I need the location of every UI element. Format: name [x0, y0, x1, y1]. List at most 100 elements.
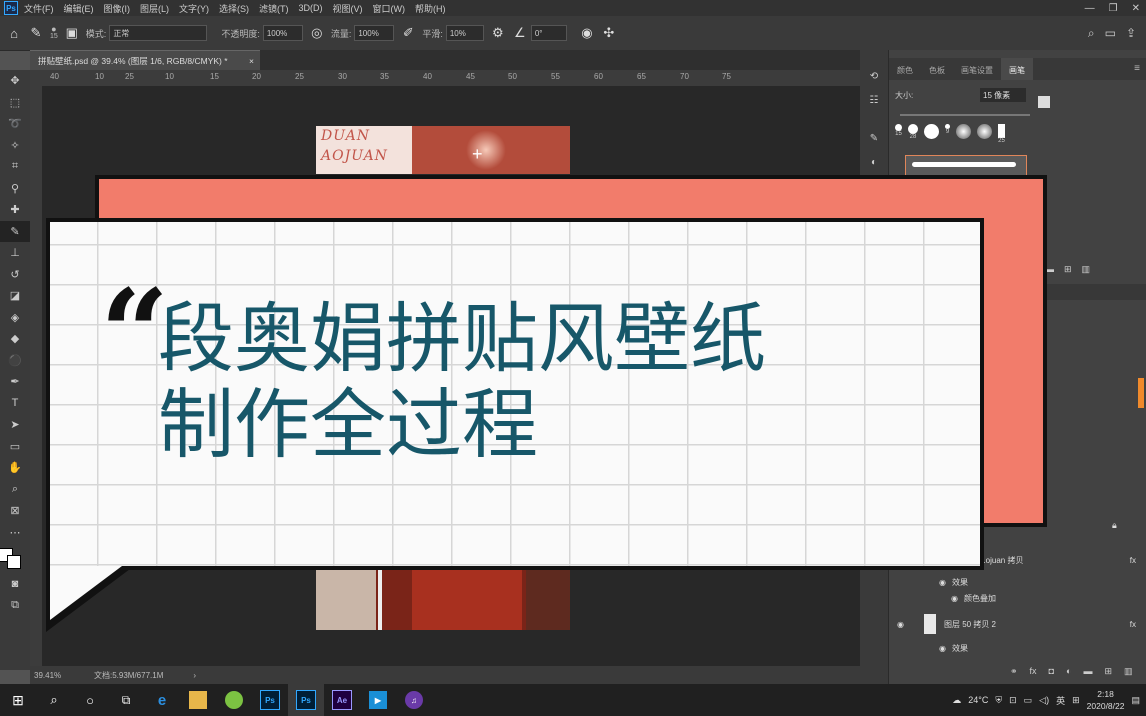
lasso-tool-icon[interactable]: ➰: [0, 113, 30, 135]
rectangle-tool-icon[interactable]: ▭: [0, 436, 30, 458]
crop-tool-icon[interactable]: ⌗: [0, 156, 30, 178]
brush-size-slider[interactable]: [900, 114, 1030, 116]
gear-icon[interactable]: ⚙: [490, 25, 506, 41]
eraser-tool-icon[interactable]: ◪: [0, 285, 30, 307]
magic-wand-tool-icon[interactable]: ✧: [0, 135, 30, 157]
screen-mode-icon[interactable]: ⧉: [0, 595, 30, 617]
type-tool-icon[interactable]: T: [0, 393, 30, 415]
notification-icon[interactable]: ▤: [1131, 695, 1140, 706]
cortana-button[interactable]: ○: [72, 684, 108, 716]
airbrush-icon[interactable]: ✐: [400, 25, 416, 41]
ime-mode-icon[interactable]: ⊞: [1072, 695, 1080, 706]
brush-preset[interactable]: [924, 124, 939, 139]
zoom-level[interactable]: 39.41%: [34, 671, 84, 680]
brush-tool-icon[interactable]: ✎: [0, 220, 30, 242]
menu-3d[interactable]: 3D(D): [299, 3, 323, 13]
taskbar-app-green[interactable]: [216, 684, 252, 716]
new-layer-icon[interactable]: ⊞: [1104, 666, 1112, 677]
taskbar-app-photoshop-active[interactable]: Ps: [288, 684, 324, 716]
history-brush-tool-icon[interactable]: ↺: [0, 264, 30, 286]
paint-bucket-tool-icon[interactable]: ◈: [0, 307, 30, 329]
layer-row[interactable]: ◉ 图层 50 拷贝 2 fx: [889, 614, 1146, 634]
menu-window[interactable]: 窗口(W): [373, 2, 406, 15]
close-tab-icon[interactable]: ×: [249, 56, 254, 66]
workspace-icon[interactable]: ▭: [1105, 26, 1116, 41]
dodge-tool-icon[interactable]: ⚫: [0, 350, 30, 372]
brush-preset[interactable]: [977, 124, 992, 139]
brush-preset[interactable]: [956, 124, 971, 139]
taskbar-app-purple[interactable]: ♫: [396, 684, 432, 716]
menu-image[interactable]: 图像(I): [104, 2, 131, 15]
brush-panel-icon[interactable]: ✎: [860, 126, 888, 150]
hand-tool-icon[interactable]: ✋: [0, 457, 30, 479]
folder-icon[interactable]: ▬: [1083, 666, 1092, 677]
quick-mask-icon[interactable]: ◙: [0, 573, 30, 595]
layers-scrollbar-thumb[interactable]: [1138, 378, 1144, 408]
fx-icon[interactable]: fx: [1030, 666, 1037, 677]
battery-icon[interactable]: ▭: [1024, 695, 1033, 706]
more-tools-icon[interactable]: ⋯: [0, 522, 30, 544]
healing-brush-tool-icon[interactable]: ✚: [0, 199, 30, 221]
adjustment-layer-icon[interactable]: ◐: [1066, 666, 1071, 677]
pressure-size-icon[interactable]: ◉: [579, 25, 595, 41]
smooth-field[interactable]: 10%: [445, 25, 484, 41]
visibility-eye-icon[interactable]: ◉: [897, 620, 904, 629]
tab-brushes[interactable]: 画笔: [1001, 58, 1033, 80]
angle-field[interactable]: 0°: [530, 25, 567, 41]
mask-icon[interactable]: ◘: [1049, 666, 1054, 677]
menu-help[interactable]: 帮助(H): [415, 2, 446, 15]
new-preset-icon[interactable]: ⊞: [1064, 264, 1072, 275]
mode-select[interactable]: 正常: [109, 25, 208, 41]
color-swatches-icon[interactable]: [0, 543, 30, 573]
taskbar-app-photoshop[interactable]: Ps: [252, 684, 288, 716]
search-button[interactable]: ⌕: [36, 684, 72, 716]
brush-preset[interactable]: 28: [908, 124, 918, 140]
move-tool-icon[interactable]: ✥: [0, 70, 30, 92]
pen-tool-icon[interactable]: ✒: [0, 371, 30, 393]
brush-tool-icon[interactable]: ✎: [28, 25, 44, 41]
layer-effects-row[interactable]: ◉ 效果: [889, 638, 1146, 658]
home-icon[interactable]: ⌂: [6, 25, 22, 41]
clock[interactable]: 2:18 2020/8/22: [1087, 688, 1125, 712]
link-layers-icon[interactable]: ⚭: [1010, 666, 1018, 677]
brush-size-field[interactable]: 15 像素: [980, 88, 1026, 102]
weather-temp[interactable]: 24°C: [968, 695, 988, 705]
minimize-icon[interactable]: —: [1085, 3, 1095, 14]
taskbar-app-recorder[interactable]: ▶: [360, 684, 396, 716]
panel-menu-icon[interactable]: ≡: [1134, 58, 1140, 80]
visibility-eye-icon[interactable]: ◉: [939, 644, 946, 653]
ime-indicator[interactable]: 英: [1056, 694, 1065, 707]
share-icon[interactable]: ⇪: [1126, 26, 1136, 41]
menu-select[interactable]: 选择(S): [219, 2, 249, 15]
eyedropper-tool-icon[interactable]: ⚲: [0, 178, 30, 200]
document-tab[interactable]: 拼贴壁纸.psd @ 39.4% (图层 1/6, RGB/8/CMYK) * …: [30, 50, 260, 70]
task-view-button[interactable]: ⧉: [108, 684, 144, 716]
brush-preset-picker[interactable]: ● 15: [50, 25, 58, 41]
visibility-eye-icon[interactable]: ◉: [939, 578, 946, 587]
search-icon[interactable]: ⌕: [1088, 26, 1095, 41]
start-button[interactable]: ⊞: [0, 684, 36, 716]
menu-file[interactable]: 文件(F): [24, 2, 54, 15]
tab-color[interactable]: 颜色: [889, 58, 921, 80]
tab-swatches[interactable]: 色板: [921, 58, 953, 80]
menu-type[interactable]: 文字(Y): [179, 2, 209, 15]
brush-settings-icon[interactable]: ▣: [64, 25, 80, 41]
menu-layer[interactable]: 图层(L): [140, 2, 169, 15]
close-icon[interactable]: ✕: [1132, 3, 1140, 14]
menu-edit[interactable]: 编辑(E): [64, 2, 94, 15]
flow-field[interactable]: 100%: [354, 25, 395, 41]
symmetry-icon[interactable]: ✣: [601, 25, 617, 41]
trash-icon[interactable]: ▥: [1124, 666, 1133, 677]
pressure-opacity-icon[interactable]: ◎: [309, 25, 325, 41]
taskbar-app-explorer[interactable]: [180, 684, 216, 716]
properties-panel-icon[interactable]: ☷: [860, 88, 888, 112]
taskbar-app-edge[interactable]: e: [144, 684, 180, 716]
volume-icon[interactable]: ◁): [1039, 695, 1049, 706]
marquee-tool-icon[interactable]: ⬚: [0, 92, 30, 114]
menu-filter[interactable]: 滤镜(T): [259, 2, 289, 15]
menu-view[interactable]: 视图(V): [333, 2, 363, 15]
brush-preset[interactable]: 25: [998, 124, 1005, 144]
blur-tool-icon[interactable]: ◆: [0, 328, 30, 350]
path-selection-tool-icon[interactable]: ➤: [0, 414, 30, 436]
adjustments-panel-icon[interactable]: ◐: [860, 150, 888, 174]
